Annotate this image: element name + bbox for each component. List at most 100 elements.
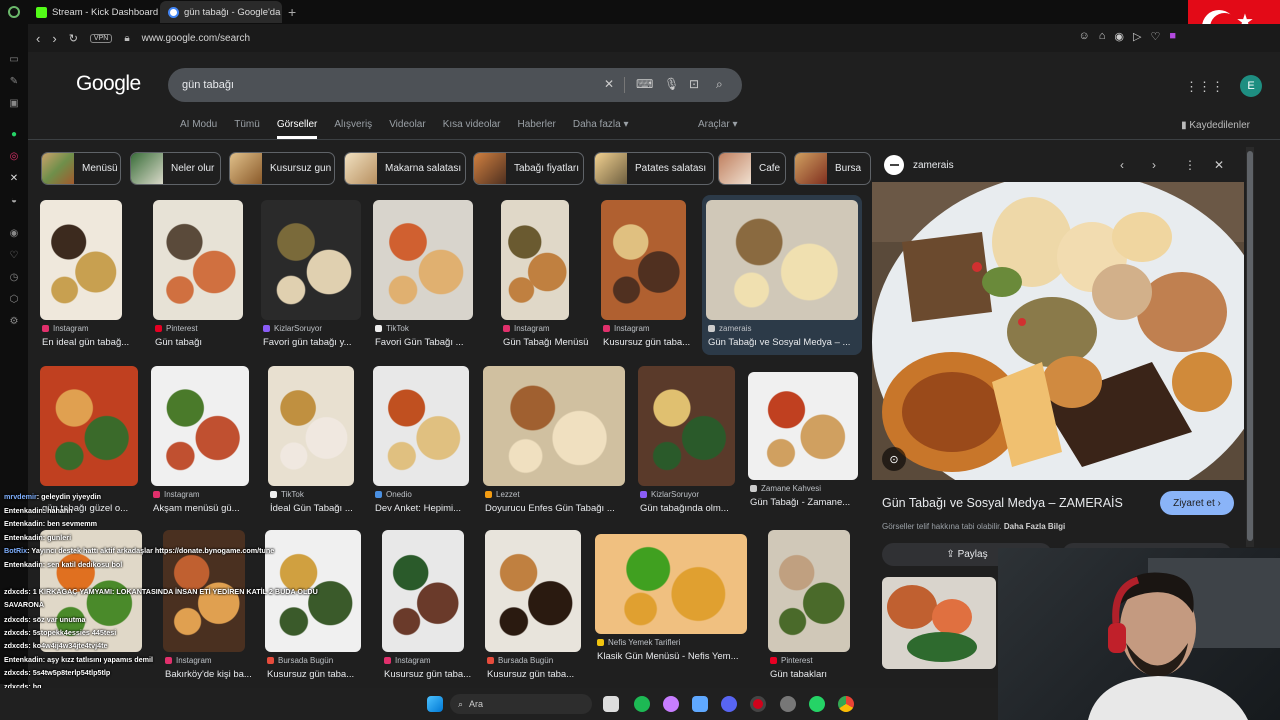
result-thumbnail[interactable] xyxy=(595,534,747,634)
result-title[interactable]: Kusursuz gün taba... xyxy=(603,337,713,348)
chip[interactable]: Neler olur xyxy=(130,152,221,185)
tab-videos[interactable]: Videolar xyxy=(389,119,426,139)
play-icon[interactable]: ▷ xyxy=(1133,30,1141,43)
whatsapp-icon[interactable] xyxy=(809,696,825,712)
preview-source-name[interactable]: zamerais xyxy=(913,160,954,171)
forward-icon[interactable]: › xyxy=(52,31,56,46)
box-icon[interactable]: ⬡ xyxy=(7,292,21,306)
result-thumbnail[interactable] xyxy=(768,530,850,652)
camera-icon[interactable]: ◉ xyxy=(1114,30,1124,43)
result-source[interactable]: Instagram xyxy=(503,324,550,333)
pencil-icon[interactable]: ✎ xyxy=(7,74,21,88)
result-thumbnail[interactable] xyxy=(40,200,122,320)
image-result[interactable]: Pinterest Gün tabağı xyxy=(153,200,243,350)
chip[interactable]: Patates salatası xyxy=(594,152,714,185)
result-title[interactable]: Kusursuz gün taba... xyxy=(384,669,494,680)
result-source[interactable]: zamerais xyxy=(708,324,751,333)
result-thumbnail[interactable] xyxy=(40,366,138,486)
result-title[interactable]: Favori gün tabağı y... xyxy=(263,337,373,348)
chip[interactable]: Cafe xyxy=(718,152,786,185)
tab-news[interactable]: Haberler xyxy=(518,119,556,139)
more-icon[interactable]: ⋮ xyxy=(1184,158,1196,172)
mic-icon[interactable]: 🎙︎ xyxy=(664,77,679,91)
image-result[interactable]: KizlarSoruyor Favori gün tabağı y... xyxy=(261,200,361,350)
result-thumbnail[interactable] xyxy=(382,530,464,652)
chip[interactable]: Menüsü xyxy=(41,152,121,185)
prev-icon[interactable]: ‹ xyxy=(1120,158,1124,172)
box-icon[interactable]: ▣ xyxy=(7,96,21,110)
result-thumbnail[interactable] xyxy=(638,366,735,486)
chip[interactable]: Makarna salatası xyxy=(344,152,466,185)
image-result[interactable]: Instagram Gün Tabağı Menüsü xyxy=(501,200,591,350)
discord-icon[interactable]: ◒ xyxy=(7,193,21,207)
result-title[interactable]: Gün Tabağı ve Sosyal Medya – ... xyxy=(708,337,860,348)
taskbar-search[interactable]: ⌕ Ara xyxy=(450,694,592,714)
google-logo[interactable]: Google xyxy=(76,72,141,96)
result-source[interactable]: Pinterest xyxy=(155,324,198,333)
tab-more[interactable]: Daha fazla ▾ xyxy=(573,119,629,139)
result-title[interactable]: Gün tabakları xyxy=(770,669,880,680)
chip[interactable]: Bursa xyxy=(794,152,871,185)
preview-title[interactable]: Gün Tabağı ve Sosyal Medya – ZAMERAİS xyxy=(882,496,1123,510)
opera-logo-icon[interactable] xyxy=(0,0,28,24)
image-result[interactable]: Pinterest Gün tabakları xyxy=(768,530,858,682)
history-icon[interactable]: ◷ xyxy=(7,270,21,284)
messenger-icon[interactable]: ▭ xyxy=(7,52,21,66)
image-result[interactable]: Instagram En ideal gün tabağ... xyxy=(40,200,130,350)
result-thumbnail[interactable] xyxy=(483,366,625,486)
chrome-icon[interactable] xyxy=(838,696,854,712)
result-thumbnail[interactable] xyxy=(261,200,361,320)
opera-icon[interactable] xyxy=(750,696,766,712)
result-source[interactable]: Zamane Kahvesi xyxy=(750,484,821,493)
windows-start-icon[interactable] xyxy=(427,696,443,712)
result-title[interactable]: En ideal gün tabağ... xyxy=(42,337,152,348)
result-source[interactable]: Instagram xyxy=(603,324,650,333)
pin-icon[interactable]: ⌂ xyxy=(1099,30,1106,43)
tab-ai-mode[interactable]: AI Modu xyxy=(180,119,217,139)
saved-link[interactable]: ▮ Kaydedilenler xyxy=(1181,120,1250,131)
image-result[interactable]: zamerais Gün Tabağı ve Sosyal Medya – ... xyxy=(706,200,858,350)
result-thumbnail[interactable] xyxy=(153,200,243,320)
avatar[interactable]: E xyxy=(1240,75,1262,97)
whatsapp-icon[interactable]: ● xyxy=(7,127,21,141)
result-source[interactable]: Onedio xyxy=(375,490,412,499)
image-result[interactable]: Zamane Kahvesi Gün Tabağı - Zamane... xyxy=(748,372,858,510)
keyboard-icon[interactable]: ⌨ xyxy=(636,77,653,91)
result-thumbnail[interactable] xyxy=(706,200,858,320)
back-icon[interactable]: ‹ xyxy=(36,31,40,46)
heart-icon[interactable]: ♡ xyxy=(1150,30,1160,43)
result-thumbnail[interactable] xyxy=(151,366,249,486)
result-source[interactable]: KizlarSoruyor xyxy=(640,490,699,499)
related-image[interactable] xyxy=(882,577,996,669)
app-icon[interactable] xyxy=(692,696,708,712)
chip[interactable]: Tabağı fiyatları xyxy=(473,152,584,185)
result-thumbnail[interactable] xyxy=(748,372,858,480)
search-icon[interactable]: ⌕ xyxy=(716,77,723,92)
app-icon[interactable] xyxy=(663,696,679,712)
image-result[interactable]: Onedio Dev Anket: Hepimi... xyxy=(373,366,469,516)
instagram-icon[interactable]: ◎ xyxy=(7,149,21,163)
image-result[interactable]: Nefis Yemek Tarifleri Klasik Gün Menüsü -… xyxy=(595,534,747,664)
tab-short-videos[interactable]: Kısa videolar xyxy=(443,119,501,139)
tab-images[interactable]: Görseller xyxy=(276,119,318,139)
result-title[interactable]: Gün Tabağı - Zamane... xyxy=(750,497,860,508)
settings-icon[interactable]: ⚙ xyxy=(7,314,21,328)
tab-google-search[interactable]: gün tabağı - Google'da Ar ✕ xyxy=(160,1,282,23)
extension-icon[interactable]: ■ xyxy=(1169,30,1176,43)
result-title[interactable]: Gün tabağında olm... xyxy=(640,503,750,514)
url-field[interactable]: www.google.com/search xyxy=(142,33,250,44)
discord-icon[interactable] xyxy=(721,696,737,712)
emoji-icon[interactable]: ☺ xyxy=(1079,30,1090,43)
result-source[interactable]: Pinterest xyxy=(770,656,813,665)
clear-icon[interactable]: ✕ xyxy=(604,77,614,91)
tab-all[interactable]: Tümü xyxy=(234,119,260,139)
result-source[interactable]: Instagram xyxy=(42,324,89,333)
lens-icon[interactable]: ⊡ xyxy=(689,77,699,91)
result-thumbnail[interactable] xyxy=(373,366,469,486)
result-thumbnail[interactable] xyxy=(601,200,686,320)
result-title[interactable]: Doyurucu Enfes Gün Tabağı ... xyxy=(485,503,627,514)
more-info-link[interactable]: Daha Fazla Bilgi xyxy=(1004,522,1065,531)
image-result[interactable]: Instagram Kusursuz gün taba... xyxy=(382,530,472,682)
task-view-icon[interactable] xyxy=(603,696,619,712)
lens-search-icon[interactable]: ⊙ xyxy=(882,447,906,471)
